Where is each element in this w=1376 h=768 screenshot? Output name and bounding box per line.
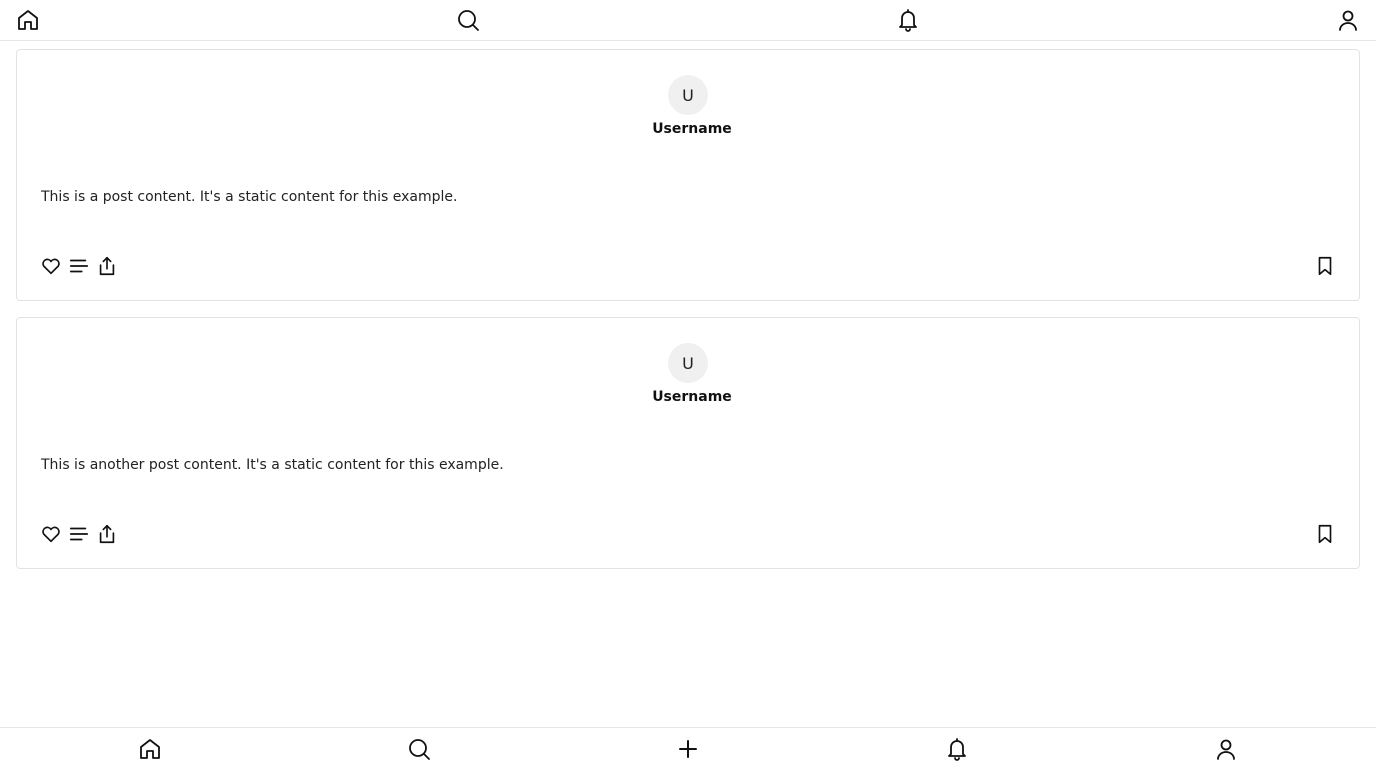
username[interactable]: Username xyxy=(17,389,1367,405)
heart-icon[interactable] xyxy=(37,252,65,280)
plus-icon[interactable] xyxy=(674,735,702,763)
bell-icon[interactable] xyxy=(894,6,922,34)
avatar-initial: U xyxy=(682,353,694,373)
post-content: This is another post content. It's a sta… xyxy=(41,457,504,473)
comment-icon[interactable] xyxy=(65,520,93,548)
user-icon[interactable] xyxy=(1212,735,1240,763)
home-icon[interactable] xyxy=(136,735,164,763)
post-content: This is a post content. It's a static co… xyxy=(41,189,458,205)
bottom-nav xyxy=(0,727,1376,768)
top-nav xyxy=(0,0,1376,41)
avatar[interactable]: U xyxy=(668,75,708,115)
bell-icon[interactable] xyxy=(943,735,971,763)
comment-icon[interactable] xyxy=(65,252,93,280)
share-icon[interactable] xyxy=(93,252,121,280)
share-icon[interactable] xyxy=(93,520,121,548)
search-icon[interactable] xyxy=(405,735,433,763)
username[interactable]: Username xyxy=(17,121,1367,137)
avatar-initial: U xyxy=(682,85,694,105)
heart-icon[interactable] xyxy=(37,520,65,548)
user-icon[interactable] xyxy=(1334,6,1362,34)
search-icon[interactable] xyxy=(454,6,482,34)
home-icon[interactable] xyxy=(14,6,42,34)
post-card: U Username This is a post content. It's … xyxy=(16,49,1360,301)
post-card: U Username This is another post content.… xyxy=(16,317,1360,569)
bookmark-icon[interactable] xyxy=(1311,252,1339,280)
avatar[interactable]: U xyxy=(668,343,708,383)
bookmark-icon[interactable] xyxy=(1311,520,1339,548)
